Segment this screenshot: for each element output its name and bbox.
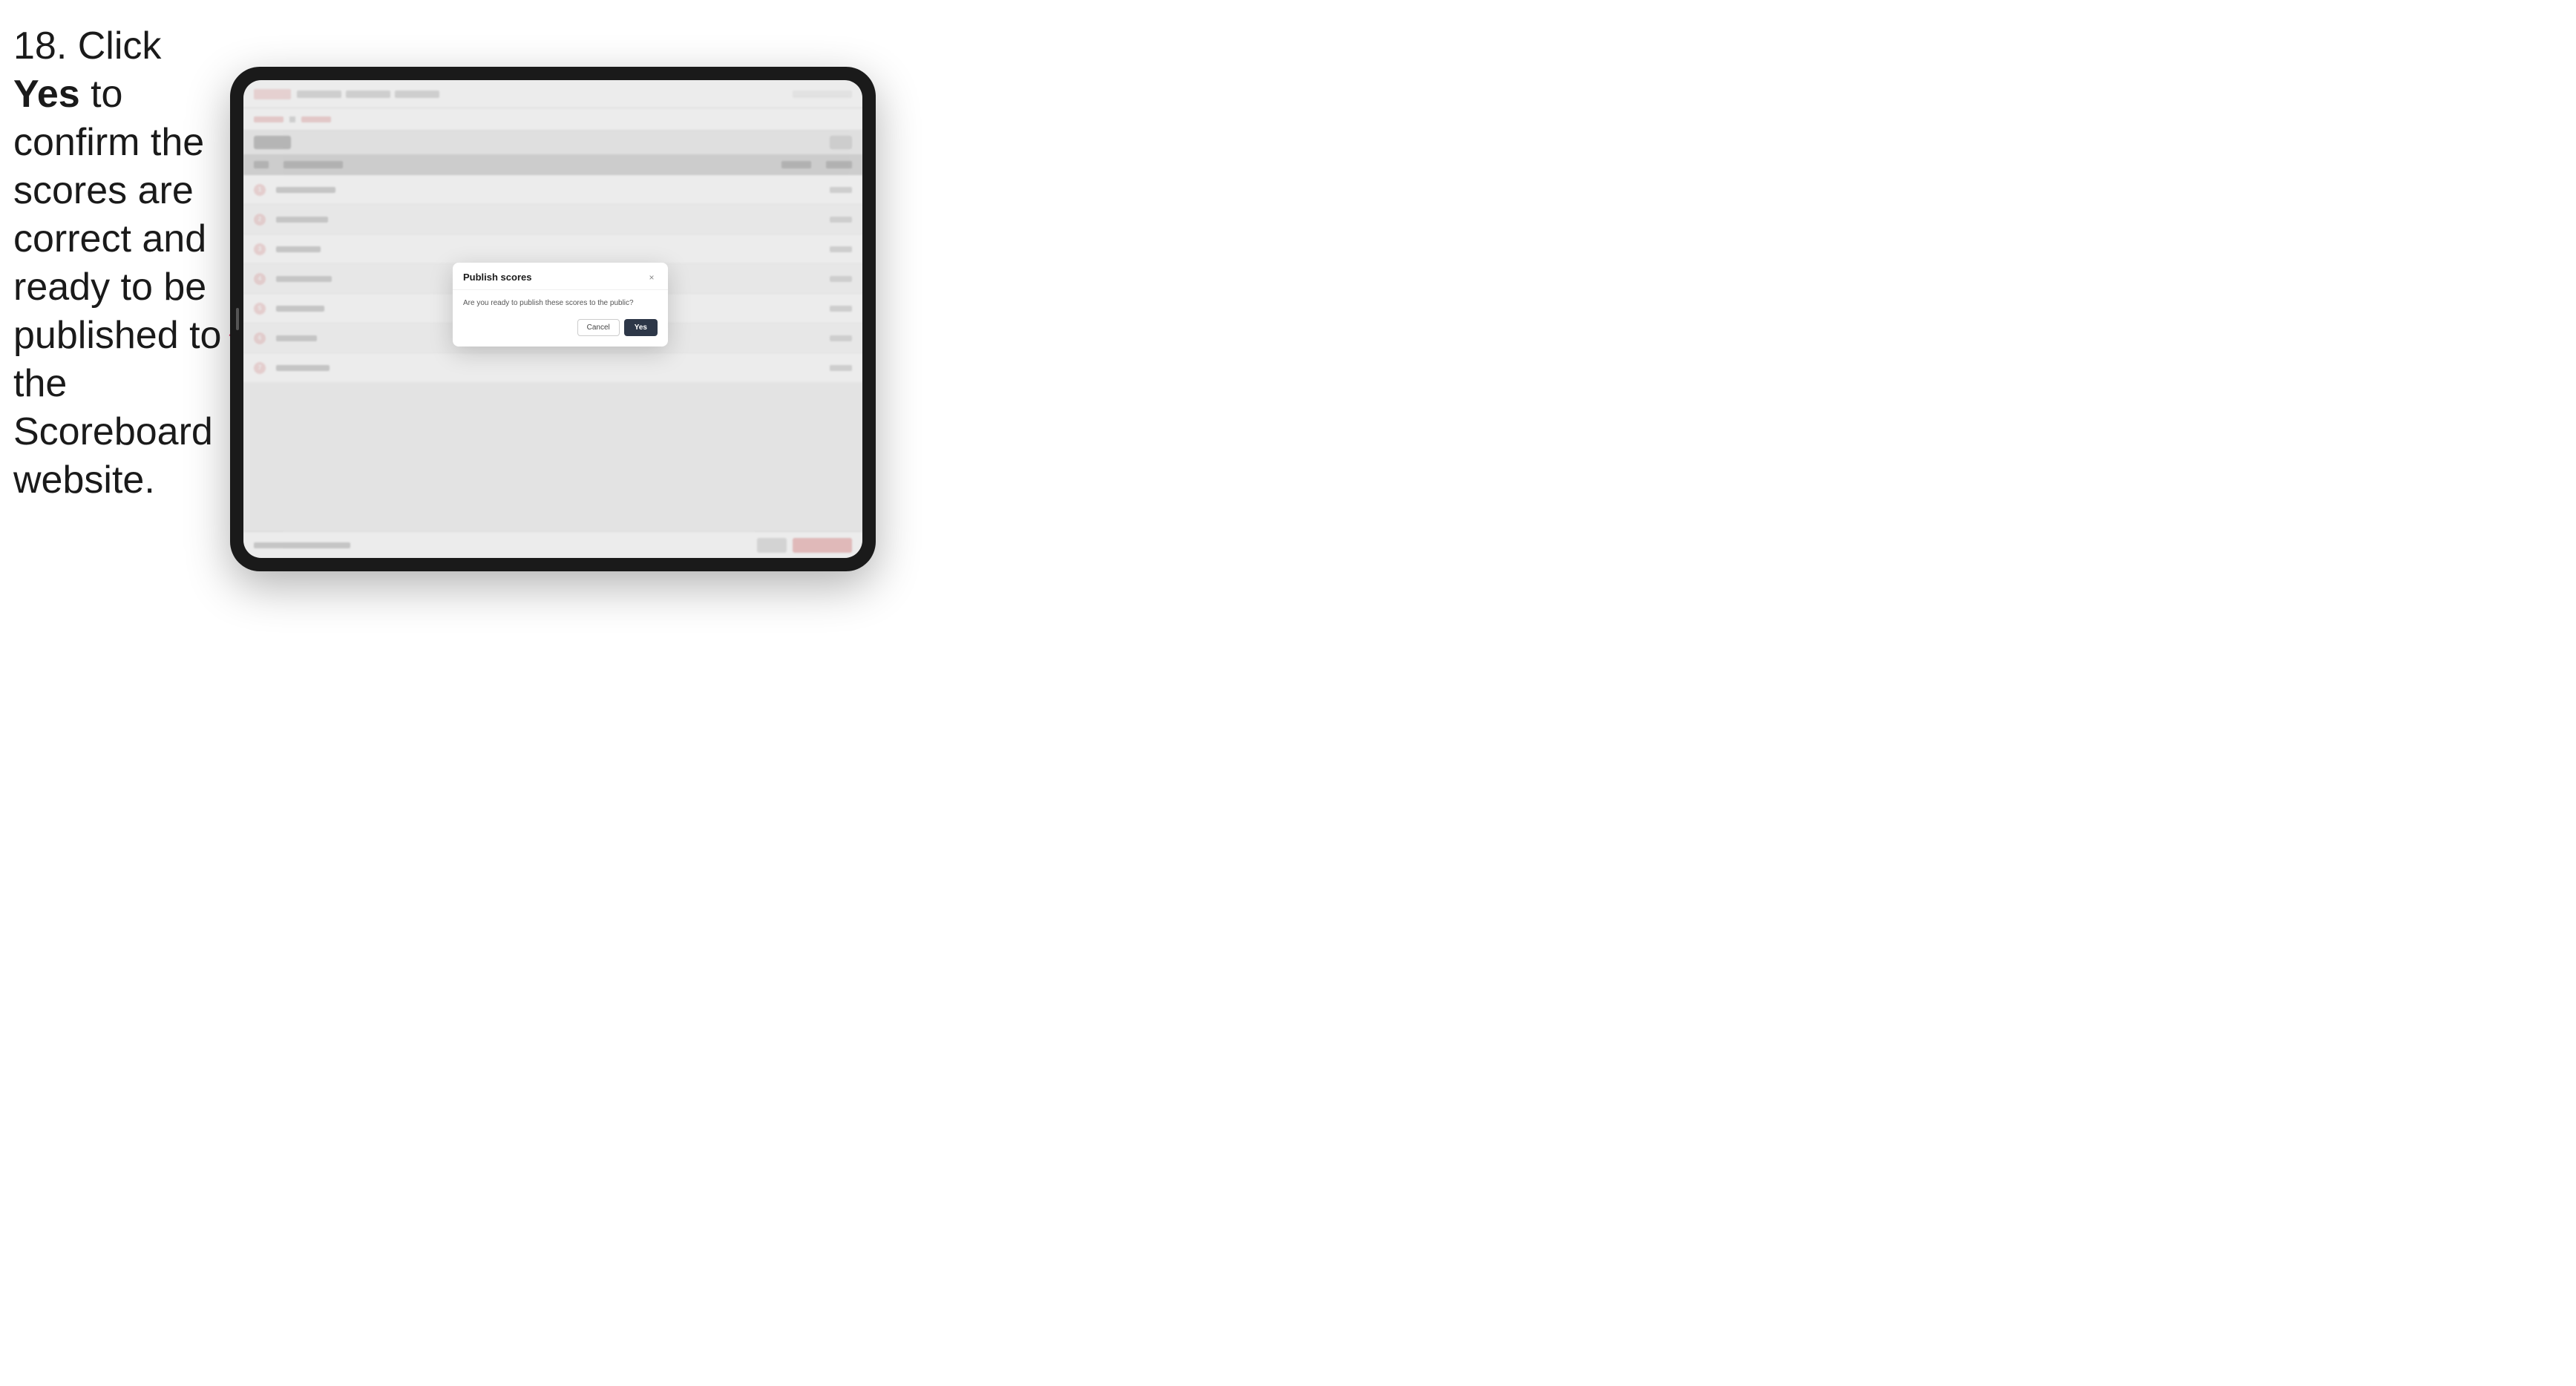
dialog-header: Publish scores ×	[453, 263, 668, 290]
yes-button[interactable]: Yes	[624, 319, 658, 336]
instruction-after: to confirm the scores are correct and re…	[13, 73, 221, 502]
tablet-side-button	[236, 308, 239, 330]
close-icon[interactable]: ×	[646, 272, 658, 283]
publish-scores-dialog: Publish scores × Are you ready to publis…	[453, 263, 668, 346]
dialog-actions: Cancel Yes	[463, 319, 658, 336]
tablet-device: 1 2 3 4	[230, 67, 876, 571]
dialog-overlay: Publish scores × Are you ready to publis…	[243, 80, 862, 558]
cancel-button[interactable]: Cancel	[577, 319, 620, 336]
instruction-before: Click	[67, 24, 161, 68]
dialog-message: Are you ready to publish these scores to…	[463, 298, 658, 309]
tablet-screen: 1 2 3 4	[243, 80, 862, 558]
dialog-title: Publish scores	[463, 272, 531, 283]
dialog-body: Are you ready to publish these scores to…	[453, 290, 668, 346]
bold-word: Yes	[13, 73, 80, 116]
instruction-text: 18. Click Yes to confirm the scores are …	[13, 22, 229, 505]
step-number: 18.	[13, 24, 67, 68]
